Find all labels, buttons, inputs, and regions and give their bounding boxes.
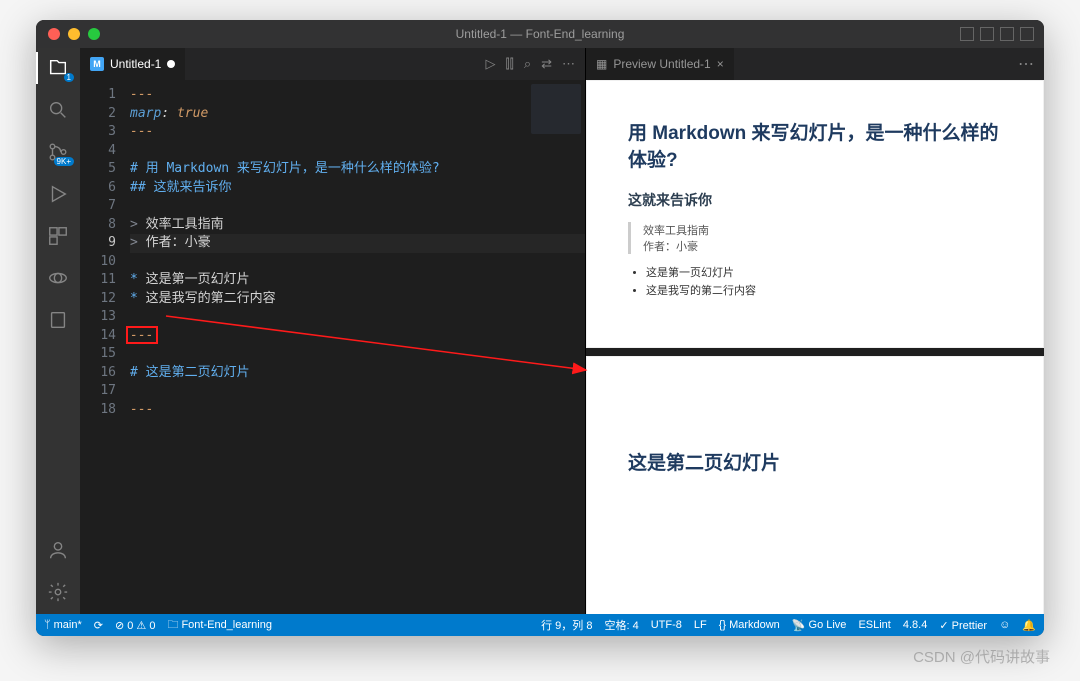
watermark: CSDN @代码讲故事: [913, 646, 1050, 667]
compare-icon[interactable]: ⇄: [541, 56, 552, 72]
activity-bar: 1 9K+: [36, 48, 80, 614]
file-icon[interactable]: [46, 308, 70, 332]
source-control-icon[interactable]: 9K+: [46, 140, 70, 164]
folder-indicator[interactable]: 🗀 Font-End_learning: [167, 616, 272, 635]
go-live-button[interactable]: 📡 Go Live: [792, 619, 847, 632]
remote-icon[interactable]: [46, 266, 70, 290]
search-icon[interactable]: [46, 98, 70, 122]
sync-button[interactable]: ⟳: [94, 619, 103, 632]
explorer-icon[interactable]: 1: [46, 56, 70, 80]
slide-2: 这是第二页幻灯片: [586, 356, 1044, 614]
encoding-indicator[interactable]: UTF-8: [651, 619, 682, 631]
editor-pane: M Untitled-1 ▷ ⫿⫿ ⌕ ⇄ ⋯ 1234567891011121…: [80, 48, 585, 614]
extensions-icon[interactable]: [46, 224, 70, 248]
feedback-icon[interactable]: ☺: [999, 619, 1010, 631]
more-icon[interactable]: ⋯: [562, 56, 575, 72]
version-indicator[interactable]: 4.8.4: [903, 619, 927, 631]
slide-subheading: 这就来告诉你: [628, 190, 1002, 210]
branch-indicator[interactable]: ᛘ main*: [44, 619, 82, 631]
notifications-icon[interactable]: 🔔: [1022, 619, 1036, 632]
preview-file-icon: ▦: [596, 57, 607, 71]
indent-indicator[interactable]: 空格: 4: [604, 617, 638, 633]
code-editor[interactable]: 123456789101112131415161718 ---marp: tru…: [80, 80, 585, 614]
maximize-button[interactable]: [88, 28, 100, 40]
annotation-highlight: [126, 326, 158, 344]
prettier-indicator[interactable]: ✓ Prettier: [939, 619, 987, 632]
minimize-button[interactable]: [68, 28, 80, 40]
editor-tab-bar: M Untitled-1 ▷ ⫿⫿ ⌕ ⇄ ⋯: [80, 48, 585, 80]
titlebar: Untitled-1 — Font-End_learning: [36, 20, 1044, 48]
language-indicator[interactable]: {} Markdown: [719, 619, 780, 631]
unsaved-dot-icon: [167, 60, 175, 68]
slide-heading: 这是第二页幻灯片: [628, 448, 1002, 475]
status-bar: ᛘ main* ⟳ ⊘ 0 ⚠ 0 🗀 Font-End_learning 行 …: [36, 614, 1044, 636]
slide-quote: 效率工具指南 作者：小豪: [628, 222, 1002, 254]
layout-controls[interactable]: [960, 27, 1034, 41]
more-icon[interactable]: ⋯: [1018, 56, 1034, 73]
cursor-position[interactable]: 行 9，列 8: [541, 617, 592, 633]
slide-list: 这是第一页幻灯片 这是我写的第二行内容: [628, 264, 1002, 298]
markdown-file-icon: M: [90, 57, 104, 71]
preview-icon[interactable]: ⌕: [524, 56, 531, 72]
eol-indicator[interactable]: LF: [694, 619, 707, 631]
editor-tab[interactable]: M Untitled-1: [80, 48, 185, 80]
minimap[interactable]: [531, 84, 581, 134]
split-icon[interactable]: ⫿⫿: [505, 56, 513, 72]
run-icon[interactable]: ▷: [485, 56, 495, 72]
tab-label: Untitled-1: [110, 57, 161, 71]
slide-heading: 用 Markdown 来写幻灯片，是一种什么样的体验?: [628, 118, 1002, 172]
account-icon[interactable]: [46, 538, 70, 562]
preview-pane: ▦ Preview Untitled-1 × ⋯ 用 Markdown 来写幻灯…: [585, 48, 1044, 614]
settings-icon[interactable]: [46, 580, 70, 604]
close-button[interactable]: [48, 28, 60, 40]
window-title: Untitled-1 — Font-End_learning: [456, 27, 625, 41]
close-icon[interactable]: ×: [717, 57, 724, 71]
problems-indicator[interactable]: ⊘ 0 ⚠ 0: [115, 619, 155, 632]
eslint-indicator[interactable]: ESLint: [858, 619, 890, 631]
run-debug-icon[interactable]: [46, 182, 70, 206]
slide-1: 用 Markdown 来写幻灯片，是一种什么样的体验? 这就来告诉你 效率工具指…: [586, 80, 1044, 348]
preview-tab[interactable]: ▦ Preview Untitled-1 ×: [586, 48, 734, 80]
slides-container[interactable]: 用 Markdown 来写幻灯片，是一种什么样的体验? 这就来告诉你 效率工具指…: [586, 80, 1044, 614]
